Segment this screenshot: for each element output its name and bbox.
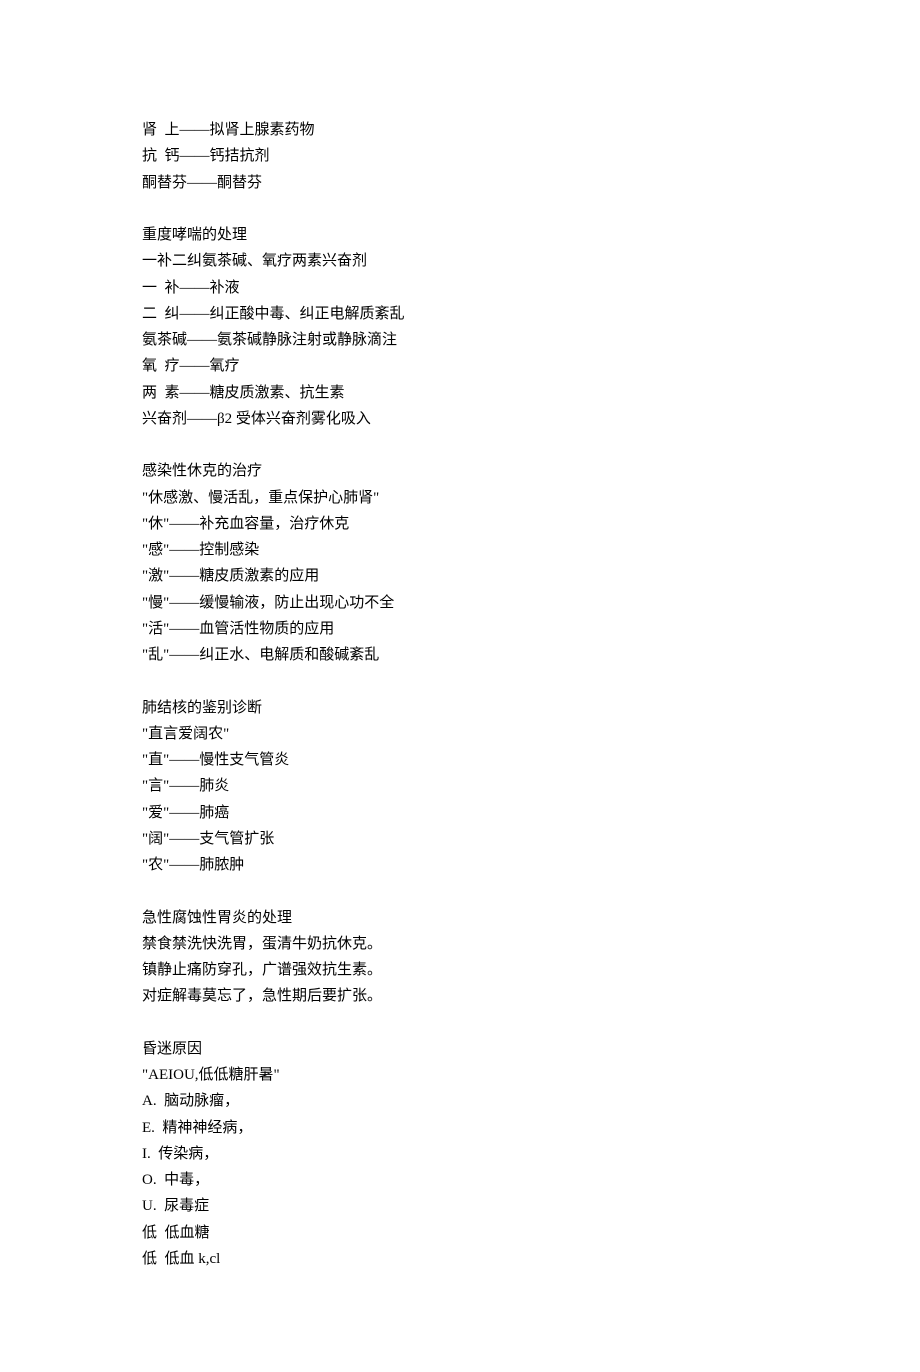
text-line: 急性腐蚀性胃炎的处理	[142, 905, 778, 931]
text-block: 感染性休克的治疗"休感激、慢活乱，重点保护心肺肾""休"——补充血容量，治疗休克…	[142, 458, 778, 668]
text-line: 兴奋剂——β2 受体兴奋剂雾化吸入	[142, 406, 778, 432]
text-line: "阔"——支气管扩张	[142, 826, 778, 852]
text-line: 低 低血 k,cl	[142, 1246, 778, 1272]
text-line: 一 补——补液	[142, 275, 778, 301]
text-line: "直"——慢性支气管炎	[142, 747, 778, 773]
document-page: 肾 上——拟肾上腺素药物抗 钙——钙拮抗剂酮替芬——酮替芬重度哮喘的处理一补二纠…	[0, 0, 920, 1372]
text-line: "农"——肺脓肿	[142, 852, 778, 878]
text-line: "休感激、慢活乱，重点保护心肺肾"	[142, 485, 778, 511]
text-line: 抗 钙——钙拮抗剂	[142, 143, 778, 169]
text-line: 低 低血糖	[142, 1220, 778, 1246]
text-line: E. 精神神经病，	[142, 1115, 778, 1141]
text-block: 肺结核的鉴别诊断"直言爱阔农""直"——慢性支气管炎"言"——肺炎"爱"——肺癌…	[142, 695, 778, 879]
text-line: "直言爱阔农"	[142, 721, 778, 747]
text-line: U. 尿毒症	[142, 1193, 778, 1219]
text-line: 二 纠——纠正酸中毒、纠正电解质紊乱	[142, 301, 778, 327]
text-line: O. 中毒，	[142, 1167, 778, 1193]
blank-line	[142, 1010, 778, 1036]
text-line: 酮替芬——酮替芬	[142, 170, 778, 196]
text-block: 急性腐蚀性胃炎的处理禁食禁洗快洗胃，蛋清牛奶抗休克。镇静止痛防穿孔，广谱强效抗生…	[142, 905, 778, 1010]
text-line: 镇静止痛防穿孔，广谱强效抗生素。	[142, 957, 778, 983]
text-line: 重度哮喘的处理	[142, 222, 778, 248]
text-line: 肾 上——拟肾上腺素药物	[142, 117, 778, 143]
text-line: "激"——糖皮质激素的应用	[142, 563, 778, 589]
text-line: 禁食禁洗快洗胃，蛋清牛奶抗休克。	[142, 931, 778, 957]
blank-line	[142, 878, 778, 904]
blank-line	[142, 196, 778, 222]
text-block: 重度哮喘的处理一补二纠氨茶碱、氧疗两素兴奋剂一 补——补液二 纠——纠正酸中毒、…	[142, 222, 778, 432]
text-line: 一补二纠氨茶碱、氧疗两素兴奋剂	[142, 248, 778, 274]
text-line: I. 传染病，	[142, 1141, 778, 1167]
text-line: "慢"——缓慢输液，防止出现心功不全	[142, 590, 778, 616]
text-line: 两 素——糖皮质激素、抗生素	[142, 380, 778, 406]
text-line: "活"——血管活性物质的应用	[142, 616, 778, 642]
text-line: 对症解毒莫忘了，急性期后要扩张。	[142, 983, 778, 1009]
text-line: 感染性休克的治疗	[142, 458, 778, 484]
text-line: "休"——补充血容量，治疗休克	[142, 511, 778, 537]
text-block: 昏迷原因"AEIOU,低低糖肝暑"A. 脑动脉瘤，E. 精神神经病，I. 传染病…	[142, 1036, 778, 1272]
text-line: 昏迷原因	[142, 1036, 778, 1062]
blank-line	[142, 432, 778, 458]
text-line: "乱"——纠正水、电解质和酸碱紊乱	[142, 642, 778, 668]
text-line: "感"——控制感染	[142, 537, 778, 563]
text-line: "言"——肺炎	[142, 773, 778, 799]
text-line: "AEIOU,低低糖肝暑"	[142, 1062, 778, 1088]
text-line: "爱"——肺癌	[142, 800, 778, 826]
text-block: 肾 上——拟肾上腺素药物抗 钙——钙拮抗剂酮替芬——酮替芬	[142, 117, 778, 196]
text-line: A. 脑动脉瘤，	[142, 1088, 778, 1114]
text-line: 氨茶碱——氨茶碱静脉注射或静脉滴注	[142, 327, 778, 353]
blank-line	[142, 668, 778, 694]
text-line: 氧 疗——氧疗	[142, 353, 778, 379]
text-line: 肺结核的鉴别诊断	[142, 695, 778, 721]
